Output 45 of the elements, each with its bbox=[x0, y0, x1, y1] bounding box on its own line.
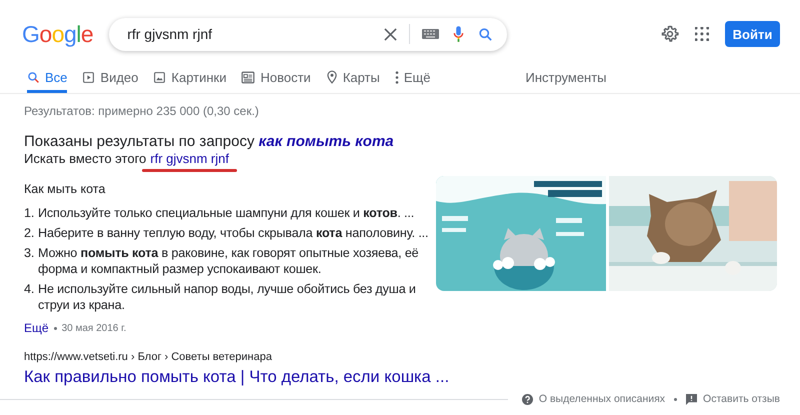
dots-icon bbox=[394, 70, 399, 84]
tab[interactable]: Ещё bbox=[394, 68, 430, 93]
snippet-date: 30 мая 2016 г. bbox=[62, 322, 126, 334]
question-icon bbox=[522, 394, 533, 404]
list-number: 1. bbox=[24, 205, 36, 221]
tab[interactable]: Видео bbox=[82, 68, 138, 93]
list-number: 4. bbox=[24, 281, 36, 298]
search-icon[interactable] bbox=[478, 26, 494, 42]
result-url: https://www.vetseti.ru › Блог › Советы ветеринара bbox=[24, 351, 273, 363]
pin-icon bbox=[326, 70, 338, 84]
list-item: Не используйте сильный напор воды, лучше обойтись без душа и струи из крана. bbox=[38, 281, 417, 313]
corrected-query-link[interactable]: как помыть кота bbox=[258, 133, 394, 150]
search-field[interactable]: rfr gjvsnm rjnf bbox=[109, 18, 508, 50]
search-input[interactable]: rfr gjvsnm rjnf bbox=[127, 26, 384, 42]
snippet-heading: Как мыть кота bbox=[24, 182, 106, 196]
search-instead-label: Искать вместо этого bbox=[24, 151, 146, 166]
list-number: 3. bbox=[24, 245, 36, 262]
tools-button[interactable]: Инструменты bbox=[525, 68, 607, 93]
list-item: Наберите в ванну теплую воду, чтобы скрывала кота наполовину. ... bbox=[38, 225, 428, 241]
apps-grid-icon[interactable] bbox=[695, 27, 709, 41]
result-stats: Результатов: примерно 235 000 (0,30 сек.) bbox=[24, 104, 260, 118]
spelling-notice: Показаны результаты по запросу как помыть кота bbox=[24, 133, 395, 150]
result-title-link[interactable]: Как правильно помыть кота | Что делать, если кошка ... bbox=[24, 368, 780, 387]
close-icon[interactable] bbox=[384, 28, 398, 40]
tab[interactable]: Новости bbox=[241, 68, 311, 93]
tab[interactable]: Все bbox=[27, 68, 68, 93]
more-link[interactable]: Ещё bbox=[24, 321, 49, 335]
tab[interactable]: Картинки bbox=[153, 68, 226, 93]
keyboard-icon[interactable] bbox=[422, 29, 440, 39]
feedback-icon bbox=[686, 394, 698, 404]
original-query-link[interactable]: rfr gjvsnm rjnf bbox=[150, 151, 229, 166]
image-icon bbox=[153, 70, 166, 84]
newspaper-icon bbox=[241, 70, 256, 84]
google-logo[interactable]: Google bbox=[22, 19, 94, 49]
footer-link[interactable]: Оставить отзыв bbox=[703, 393, 780, 405]
settings-icon[interactable] bbox=[661, 25, 679, 43]
microphone-icon[interactable] bbox=[453, 26, 464, 42]
sign-in-button[interactable]: Войти bbox=[725, 21, 780, 47]
list-item: Используйте только специальные шампуни для кошек и котов. ... bbox=[38, 205, 414, 221]
footer-link[interactable]: О выделенных описаниях bbox=[538, 393, 666, 405]
search-icon bbox=[27, 70, 40, 84]
list-item: Можно помыть кота в раковине, как говорят опытные хозяева, её форма и компактный размер успокаивают кошек. bbox=[38, 245, 420, 277]
tab[interactable]: Карты bbox=[326, 68, 380, 93]
list-number: 2. bbox=[24, 225, 36, 241]
play-icon bbox=[82, 70, 96, 84]
